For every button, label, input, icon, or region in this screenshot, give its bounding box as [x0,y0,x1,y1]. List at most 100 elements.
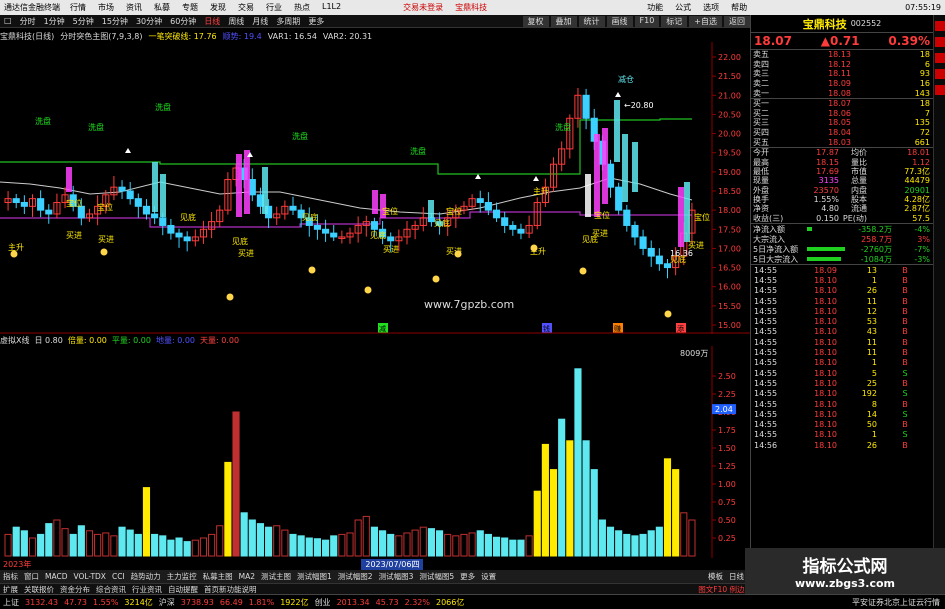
indicator-tab[interactable]: 窗口 [21,571,42,582]
extension-tab[interactable]: 首页新功能说明 [201,584,260,595]
menu-item[interactable]: 私募 [148,2,176,13]
side-button-icon[interactable] [935,85,945,95]
period-tab[interactable]: 更多 [304,16,328,27]
candlestick-chart[interactable]: 22.00 21.50 21.00 20.50 20.00 19.50 19.00 18.50… [0,42,750,334]
indicator-tab[interactable]: MA2 [236,572,258,581]
indicator-tab[interactable]: 更多 [457,571,478,582]
menu-item[interactable]: 帮助 [725,2,753,13]
period-tab[interactable]: 5分钟 [69,16,98,27]
period-tab[interactable]: 日线 [200,16,224,27]
ask-row[interactable]: 卖五 18.13 18 [751,50,933,60]
tick-row[interactable]: 14:55 18.10 50 B [751,420,933,430]
period-tab[interactable]: 60分钟 [166,16,200,27]
tick-row[interactable]: 14:55 18.10 8 B [751,399,933,409]
account-link[interactable]: 交易未登录 [397,2,449,13]
bid-row[interactable]: 买三 18.05 135 [751,118,933,128]
indicator-tab[interactable]: 测试主图 [258,571,294,582]
bid-row[interactable]: 买一 18.07 18 [751,99,933,109]
extension-tab[interactable]: 扩展 [0,584,21,595]
tool-button[interactable]: 标记 [661,15,688,27]
menu-item[interactable]: 行情 [64,2,92,13]
indicator-tab[interactable]: 测试幅图2 [335,571,376,582]
tick-direction: B [902,399,908,409]
indicator-tab[interactable]: 测试幅图3 [376,571,417,582]
period-tab[interactable]: 分时 [16,16,40,27]
indicator-tab[interactable]: 主力监控 [164,571,200,582]
indicator-tab[interactable]: VOL-TDX [70,572,108,581]
extension-tab[interactable]: 行业资讯 [129,584,165,595]
tick-row[interactable]: 14:55 18.10 1 S [751,430,933,440]
side-button-icon[interactable] [935,37,945,47]
indicator-tab[interactable]: MACD [42,572,70,581]
menu-item[interactable]: L1L2 [316,2,347,13]
indicator-tab[interactable]: 趋势动力 [128,571,164,582]
tick-row[interactable]: 14:55 18.10 12 B [751,306,933,316]
period-tab[interactable]: 15分钟 [98,16,132,27]
extension-tab[interactable]: 资金分布 [57,584,93,595]
tick-row[interactable]: 14:55 18.10 5 S [751,368,933,378]
ask-row[interactable]: 卖一 18.08 143 [751,88,933,98]
side-strip[interactable] [933,15,945,594]
side-button-icon[interactable] [935,53,945,63]
tick-row[interactable]: 14:55 18.10 14 S [751,409,933,419]
tick-row[interactable]: 14:55 18.10 11 B [751,347,933,357]
menu-item[interactable]: 发现 [204,2,232,13]
indicator-tab[interactable]: CCI [109,572,128,581]
ask-row[interactable]: 卖二 18.09 16 [751,79,933,89]
menu-item[interactable]: 资讯 [120,2,148,13]
tool-button[interactable]: 返回 [724,15,750,27]
ask-row[interactable]: 卖三 18.11 93 [751,69,933,79]
indicator-tab[interactable]: 指标 [0,571,21,582]
side-button-icon[interactable] [935,69,945,79]
volume-chart[interactable]: 2.502.252.001.751.501.251.000.750.500.25… [0,346,750,558]
tick-row[interactable]: 14:55 18.10 43 B [751,327,933,337]
tick-row[interactable]: 14:55 18.10 11 B [751,296,933,306]
tool-button[interactable]: +自选 [689,15,722,27]
menu-item[interactable]: 行业 [260,2,288,13]
indicator-tab[interactable]: 测试幅图5 [416,571,457,582]
tick-row[interactable]: 14:55 18.10 1 B [751,275,933,285]
extension-tab[interactable]: 综合资讯 [93,584,129,595]
tool-button[interactable]: 复权 [522,15,549,27]
extension-tab[interactable]: 自动提醒 [165,584,201,595]
bid-row[interactable]: 买四 18.04 72 [751,128,933,138]
tick-row[interactable]: 14:55 18.10 53 B [751,317,933,327]
period-tab[interactable]: 1分钟 [40,16,69,27]
bid-row[interactable]: 买二 18.06 7 [751,109,933,119]
menu-item[interactable]: 功能 [641,2,669,13]
ask-row[interactable]: 卖四 18.12 6 [751,60,933,70]
indicator-tab[interactable]: 私募主图 [200,571,236,582]
tick-row[interactable]: 14:55 18.10 11 B [751,337,933,347]
menu-item[interactable]: 选项 [697,2,725,13]
template-tab[interactable]: 模板 [705,571,726,582]
menu-item[interactable]: 热点 [288,2,316,13]
tick-row[interactable]: 14:55 18.09 13 B [751,265,933,275]
tool-button[interactable]: F10 [634,15,660,27]
period-tab[interactable]: 多周期 [272,16,304,27]
indicator-tab[interactable]: 设置 [478,571,499,582]
period-tab[interactable]: 30分钟 [132,16,166,27]
side-button-icon[interactable] [935,21,945,31]
tick-row[interactable]: 14:55 18.10 26 B [751,286,933,296]
tick-row[interactable]: 14:55 18.10 1 B [751,358,933,368]
tick-row[interactable]: 14:56 18.10 26 B [751,440,933,450]
app-title: 通达信金融终端 [4,3,60,12]
tick-row[interactable]: 14:55 18.10 25 B [751,378,933,388]
period-tab[interactable]: 周线 [224,16,248,27]
extension-tab[interactable]: 关联报价 [21,584,57,595]
bid-row[interactable]: 买五 18.03 661 [751,137,933,147]
menu-item[interactable]: 公式 [669,2,697,13]
indicator-tab[interactable]: 测试幅图1 [294,571,335,582]
menu-item[interactable]: 专题 [176,2,204,13]
menu-item[interactable]: 交易 [232,2,260,13]
tick-list[interactable]: 14:55 18.09 13 B 14:55 18.10 1 B 14:55 18.10 26 B 14… [751,265,933,450]
tick-row[interactable]: 14:55 18.10 192 S [751,389,933,399]
account-link[interactable]: 宝鼎科技 [449,2,493,13]
menu-item[interactable]: 市场 [92,2,120,13]
period-tab[interactable]: □ [0,16,16,27]
period-tab[interactable]: 月线 [248,16,272,27]
tool-button[interactable]: 画线 [606,15,633,27]
tool-button[interactable]: 叠加 [550,15,577,27]
tool-button[interactable]: 统计 [578,15,605,27]
template-tab[interactable]: 日线 [726,571,747,582]
